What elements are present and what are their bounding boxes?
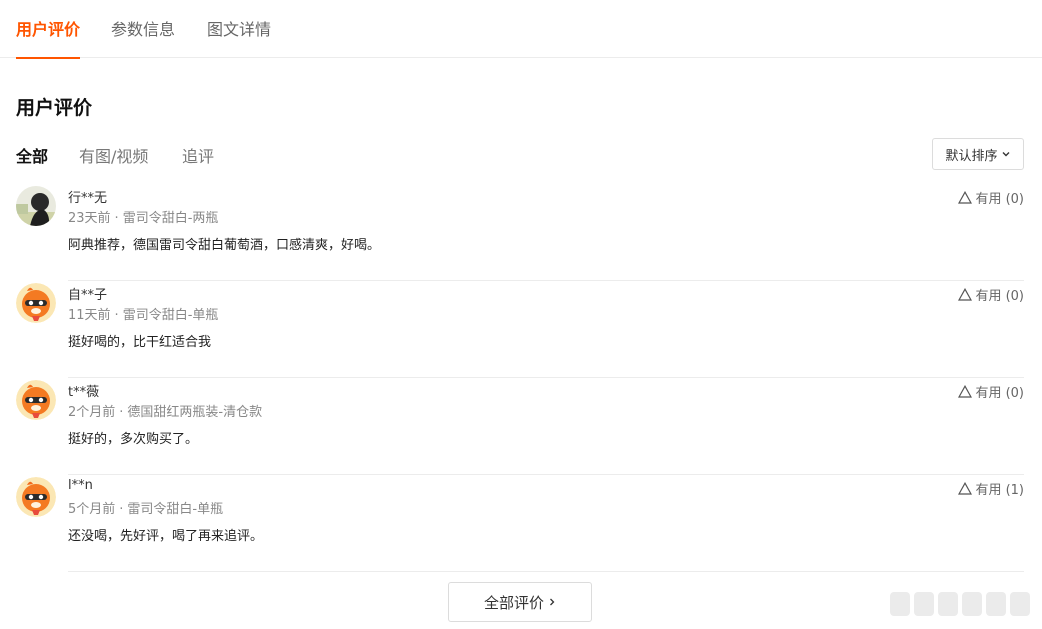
meta-separator: · — [114, 211, 119, 226]
review-item: t**薇 2个月前 · 德国甜红两瓶装-清仓款 挺好的，多次购买了。 有用 (0) — [16, 378, 1024, 475]
tab-user-reviews[interactable]: 用户评价 — [16, 16, 81, 59]
useful-label: 有用 (0) — [975, 192, 1024, 207]
avatar — [16, 380, 56, 420]
review-time: 2个月前 — [68, 405, 116, 420]
review-content: 挺好的，多次购买了。 — [68, 432, 199, 447]
review-content: 阿典推荐，德国雷司令甜白葡萄酒，口感清爽，好喝。 — [68, 238, 381, 253]
section-title: 用户评价 — [16, 97, 93, 119]
filter-all[interactable]: 全部 — [16, 143, 48, 167]
review-meta: 23天前 · 雷司令甜白-两瓶 — [68, 207, 218, 226]
review-item: 自**子 11天前 · 雷司令甜白-单瓶 挺好喝的，比干红适合我 有用 (0) — [16, 281, 1024, 378]
filter-with-media[interactable]: 有图/视频 — [79, 143, 148, 167]
review-item: l**n 5个月前 · 雷司令甜白-单瓶 还没喝，先好评，喝了再来追评。 有用 (1… — [16, 475, 1024, 572]
review-meta: 11天前 · 雷司令甜白-单瓶 — [68, 304, 218, 323]
filter-follow-up[interactable]: 追评 — [182, 143, 214, 167]
review-item: 行**无 23天前 · 雷司令甜白-两瓶 阿典推荐，德国雷司令甜白葡萄酒，口感清爽，… — [16, 184, 1024, 281]
review-username: t**薇 — [68, 385, 100, 400]
triangle-icon — [958, 288, 973, 301]
review-variant: 德国甜红两瓶装-清仓款 — [127, 405, 263, 420]
chevron-down-icon — [1002, 152, 1009, 157]
review-content: 还没喝，先好评，喝了再来追评。 — [68, 529, 264, 544]
top-tab-bar: 用户评价 参数信息 图文详情 — [0, 0, 1042, 59]
all-reviews-label: 全部评价 — [483, 593, 544, 612]
avatar — [16, 283, 56, 323]
review-variant: 雷司令甜白-单瓶 — [127, 502, 224, 517]
useful-label: 有用 (1) — [975, 483, 1024, 498]
review-meta: 2个月前 · 德国甜红两瓶装-清仓款 — [68, 401, 262, 420]
mascot-avatar-icon — [16, 477, 56, 517]
review-time: 11天前 — [68, 308, 111, 323]
review-content: 挺好喝的，比干红适合我 — [68, 335, 212, 350]
useful-button[interactable]: 有用 (0) — [958, 188, 1024, 207]
sort-label: 默认排序 — [945, 148, 998, 164]
meta-separator: · — [119, 502, 124, 517]
useful-button[interactable]: 有用 (1) — [958, 479, 1024, 498]
meta-separator: · — [119, 405, 124, 420]
review-username: 自**子 — [68, 288, 108, 303]
triangle-icon — [958, 385, 973, 398]
review-time: 23天前 — [68, 211, 111, 226]
useful-button[interactable]: 有用 (0) — [958, 382, 1024, 401]
review-variant: 雷司令甜白-单瓶 — [122, 308, 219, 323]
mascot-avatar-icon — [16, 283, 56, 323]
all-reviews-button[interactable]: 全部评价 — [448, 582, 592, 622]
triangle-icon — [958, 191, 973, 204]
divider — [68, 571, 1024, 572]
mascot-avatar-icon — [16, 380, 56, 420]
watermark — [890, 592, 1032, 618]
useful-label: 有用 (0) — [975, 386, 1024, 401]
tab-image-details[interactable]: 图文详情 — [207, 16, 271, 58]
tab-parameters[interactable]: 参数信息 — [111, 16, 175, 58]
triangle-icon — [958, 482, 973, 495]
useful-button[interactable]: 有用 (0) — [958, 285, 1024, 304]
meta-separator: · — [114, 308, 119, 323]
review-time: 5个月前 — [68, 502, 116, 517]
review-username: l**n — [68, 478, 93, 493]
avatar — [16, 186, 56, 226]
photo-avatar-icon — [16, 186, 56, 226]
review-variant: 雷司令甜白-两瓶 — [122, 211, 219, 226]
avatar — [16, 477, 56, 517]
sort-dropdown[interactable]: 默认排序 — [932, 138, 1024, 170]
review-meta: 5个月前 · 雷司令甜白-单瓶 — [68, 498, 223, 517]
useful-label: 有用 (0) — [975, 289, 1024, 304]
chevron-right-icon — [550, 598, 555, 606]
review-username: 行**无 — [68, 191, 108, 206]
